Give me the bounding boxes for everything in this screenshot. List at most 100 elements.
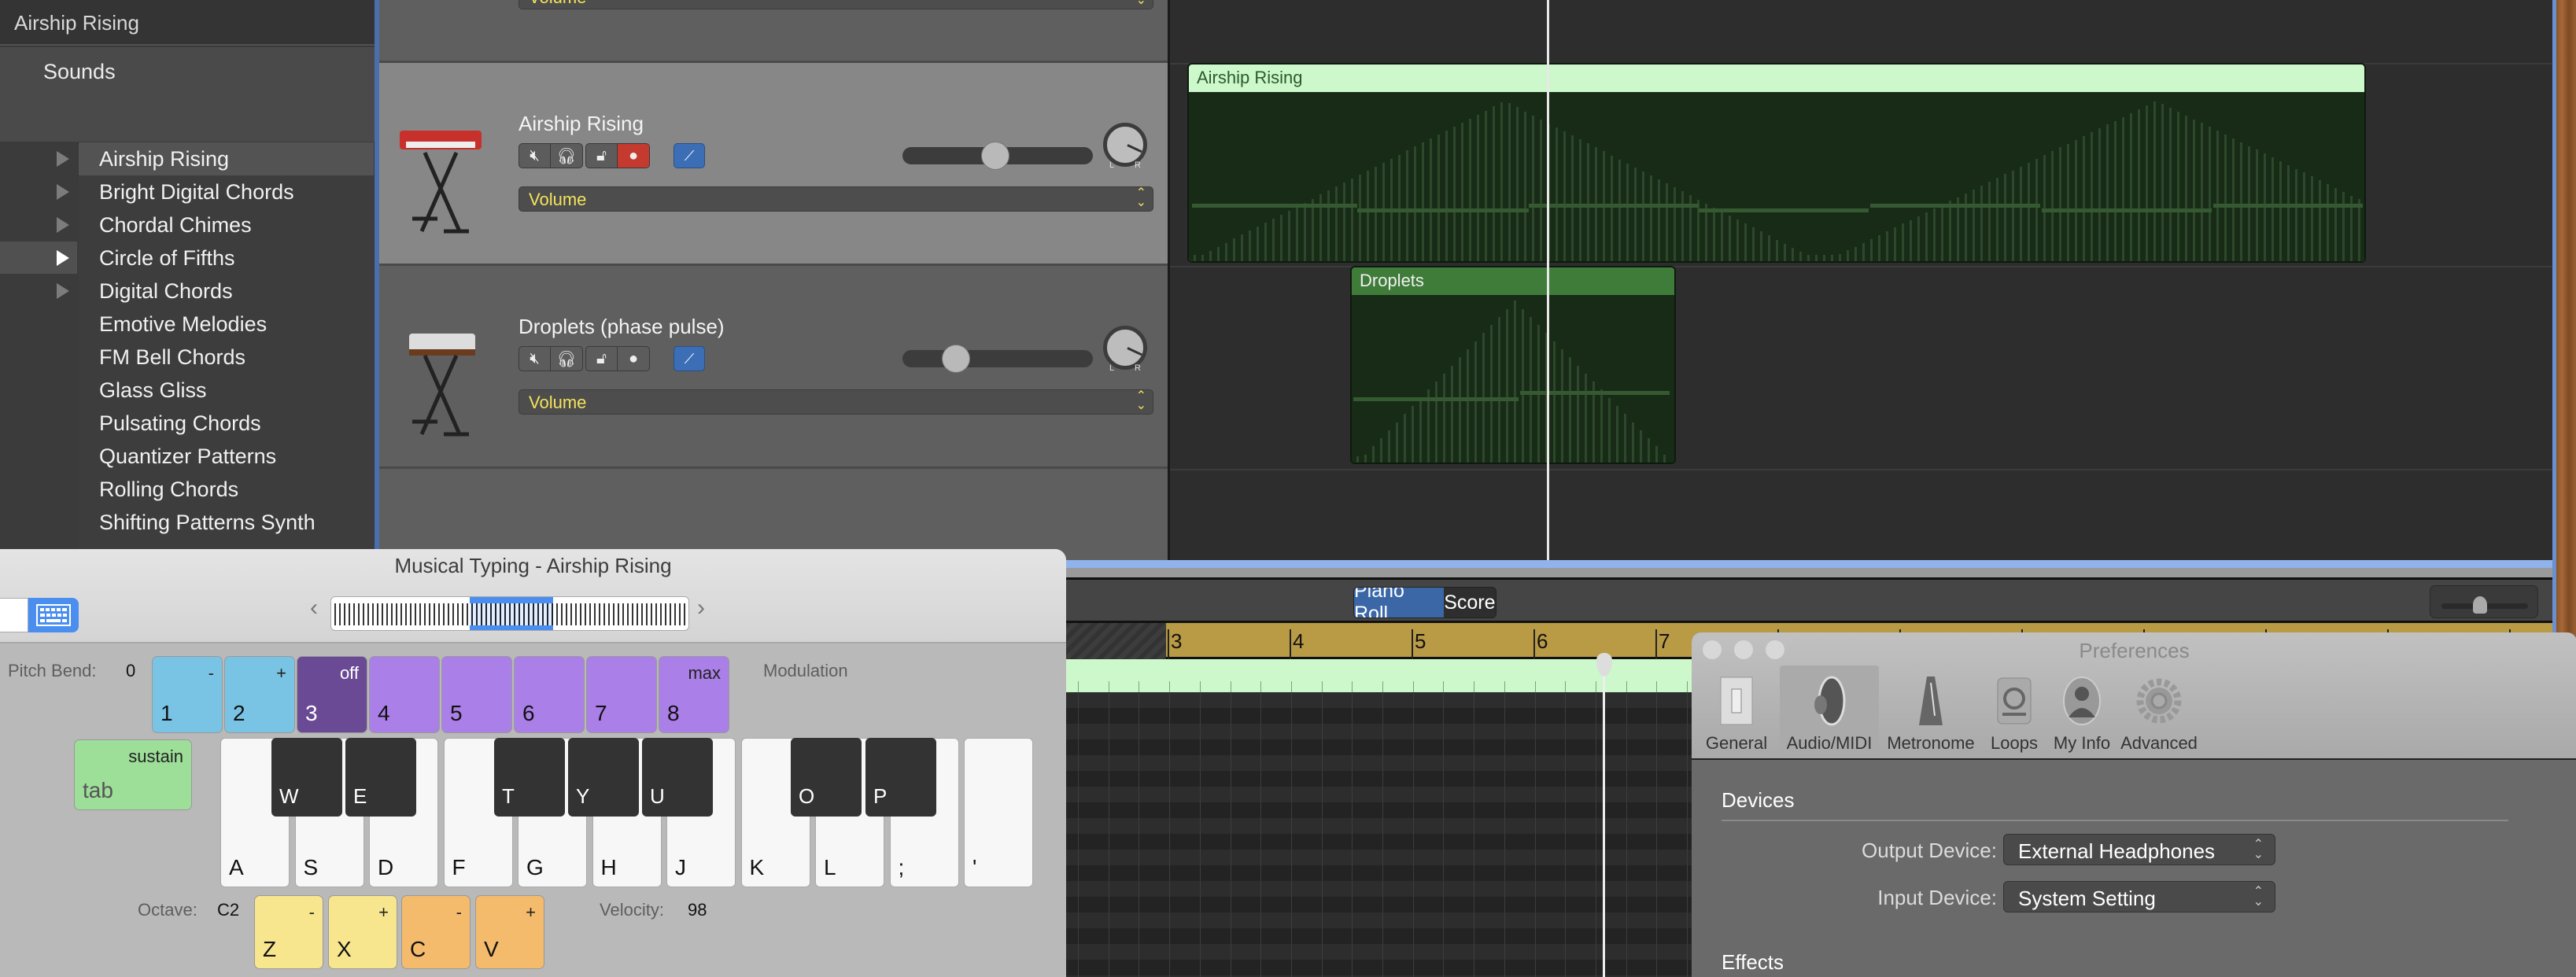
tab-label: Audio/MIDI <box>1786 733 1873 753</box>
divider <box>1722 820 2508 821</box>
volume-slider[interactable] <box>902 142 1093 170</box>
strip-tick <box>1443 681 1445 692</box>
automation-select[interactable]: Volume⌃⌄ <box>519 186 1153 212</box>
automation-select[interactable]: Volume⌃⌄ <box>519 389 1153 415</box>
mini-keyboard-range[interactable] <box>330 596 689 631</box>
black-key[interactable]: U <box>642 738 713 817</box>
ruler-tick <box>1533 629 1535 659</box>
arrange-area[interactable]: Airship Rising Droplets <box>1168 0 2555 560</box>
sound-list-item[interactable]: Pulsating Chords <box>79 407 374 440</box>
key-label: C <box>410 937 426 961</box>
number-key-3[interactable]: off 3 <box>297 656 367 733</box>
grid-line <box>1382 692 1383 977</box>
pan-left-label: L <box>1109 160 1115 170</box>
output-device-select[interactable]: External Headphones ⌃ ⌄ <box>2003 834 2275 865</box>
track-header-airship-rising[interactable]: Airship Rising 🔇︎ 🎧︎ 🔓︎ ● ⟋ L R Volume ⌃ ⌄ <box>379 63 1168 266</box>
tab-piano-roll[interactable]: Piano Roll <box>1354 588 1444 618</box>
octave-prev-icon[interactable]: ‹ <box>310 595 318 621</box>
black-key[interactable]: E <box>345 738 416 817</box>
lock-icon[interactable]: 🔓︎ <box>586 347 618 371</box>
zoom-slider-thumb[interactable] <box>2473 596 2487 614</box>
sound-list-item[interactable]: Shifting Patterns Synth <box>79 506 374 539</box>
volume-slider[interactable] <box>902 345 1093 373</box>
sound-list-item[interactable]: Bright Digital Chords <box>79 175 374 208</box>
sound-list-item[interactable]: Quantizer Patterns <box>79 440 374 473</box>
sound-list-item[interactable]: Chordal Chimes <box>79 208 374 241</box>
pref-tab-metronome[interactable]: Metronome <box>1880 665 1981 758</box>
midi-velocity-bar <box>1556 127 1558 261</box>
record-icon[interactable]: ● <box>618 347 649 371</box>
pref-tab-loops[interactable]: Loops <box>1983 665 2046 758</box>
midi-velocity-bar <box>2201 123 2203 261</box>
black-key[interactable]: W <box>271 738 342 817</box>
midi-velocity-bar <box>2209 127 2211 261</box>
black-key[interactable]: P <box>865 738 936 817</box>
input-device-select[interactable]: System Setting ⌃ ⌄ <box>2003 881 2275 912</box>
category-row[interactable] <box>0 142 77 175</box>
category-row[interactable] <box>0 208 77 241</box>
volume-slider-knob[interactable] <box>981 142 1009 170</box>
tab-score[interactable]: Score <box>1444 588 1496 618</box>
black-key[interactable]: O <box>791 738 862 817</box>
track-header[interactable]: Volume⌃⌄ <box>379 0 1168 63</box>
midi-velocity-bar <box>1776 239 1778 261</box>
number-key-8[interactable]: max 8 <box>659 656 729 733</box>
keyboard-mode-button[interactable] <box>28 598 79 632</box>
category-row[interactable] <box>0 175 77 208</box>
midi-velocity-bar <box>1600 389 1603 463</box>
velocity-key-v[interactable]: + V <box>475 895 544 969</box>
octave-key-x[interactable]: + X <box>328 895 397 969</box>
sound-list-item[interactable]: Digital Chords <box>79 275 374 308</box>
number-key-6[interactable]: 6 <box>514 656 585 733</box>
region-airship-rising[interactable]: Airship Rising <box>1187 63 2366 263</box>
piano-mode-button[interactable] <box>0 598 28 632</box>
octave-next-icon[interactable]: › <box>697 595 705 621</box>
pref-tab-advanced[interactable]: Advanced <box>2117 665 2201 758</box>
sound-list-item[interactable]: Rolling Chords <box>79 473 374 506</box>
headphones-icon[interactable]: 🎧︎ <box>551 144 582 168</box>
number-key-1[interactable]: -1 <box>152 656 223 733</box>
track-header-droplets[interactable]: Droplets (phase pulse) 🔇︎ 🎧︎ 🔓︎ ● ⟋ L R Vo… <box>379 266 1168 469</box>
headphones-icon[interactable]: 🎧︎ <box>551 347 582 371</box>
region-droplets[interactable]: Droplets <box>1350 266 1676 464</box>
velocity-key-c[interactable]: -C <box>401 895 471 969</box>
number-key-7[interactable]: 7 <box>586 656 657 733</box>
playhead[interactable] <box>1547 0 1549 560</box>
pref-tab-myinfo[interactable]: My Info <box>2047 665 2117 758</box>
mute-icon[interactable]: 🔇︎ <box>519 347 551 371</box>
sustain-key[interactable]: sustain tab <box>74 739 192 810</box>
zoom-slider[interactable] <box>2430 585 2538 618</box>
key-label: H <box>600 855 617 879</box>
white-key[interactable]: ' <box>964 738 1033 887</box>
midi-velocity-bar <box>1663 454 1666 463</box>
record-icon[interactable]: ● <box>618 144 649 168</box>
sound-list-item[interactable]: Circle of Fifths <box>79 241 374 275</box>
editor-playhead[interactable] <box>1603 659 1605 977</box>
sound-list-item[interactable]: FM Bell Chords <box>79 341 374 374</box>
pref-tab-general[interactable]: General <box>1701 665 1772 758</box>
sound-list-item[interactable]: Glass Gliss <box>79 374 374 407</box>
volume-slider-knob[interactable] <box>942 345 970 373</box>
category-row[interactable] <box>0 275 77 307</box>
category-row-selected[interactable] <box>0 241 77 274</box>
key-top-label: + <box>378 902 389 922</box>
black-key[interactable]: T <box>494 738 565 817</box>
pref-tab-audiomidi[interactable]: Audio/MIDI <box>1780 665 1879 758</box>
number-key-4[interactable]: 4 <box>369 656 440 733</box>
sound-list-item[interactable]: Airship Rising <box>79 142 374 175</box>
lock-icon[interactable]: 🔓︎ <box>586 144 618 168</box>
sound-list-item[interactable]: Emotive Melodies <box>79 308 374 341</box>
track-name[interactable]: Airship Rising <box>519 112 644 136</box>
disclosure-triangle-icon <box>57 151 69 167</box>
ruler-cycle-area <box>1065 623 1166 659</box>
automation-select[interactable]: Volume⌃⌄ <box>519 0 1153 9</box>
automation-icon[interactable]: ⟋ <box>674 346 705 371</box>
automation-icon[interactable]: ⟋ <box>674 143 705 168</box>
midi-velocity-bar <box>1681 191 1684 261</box>
black-key[interactable]: Y <box>568 738 639 817</box>
track-name[interactable]: Droplets (phase pulse) <box>519 315 725 339</box>
number-key-2[interactable]: +2 <box>224 656 295 733</box>
number-key-5[interactable]: 5 <box>441 656 512 733</box>
mute-icon[interactable]: 🔇︎ <box>519 144 551 168</box>
octave-key-z[interactable]: -Z <box>254 895 323 969</box>
